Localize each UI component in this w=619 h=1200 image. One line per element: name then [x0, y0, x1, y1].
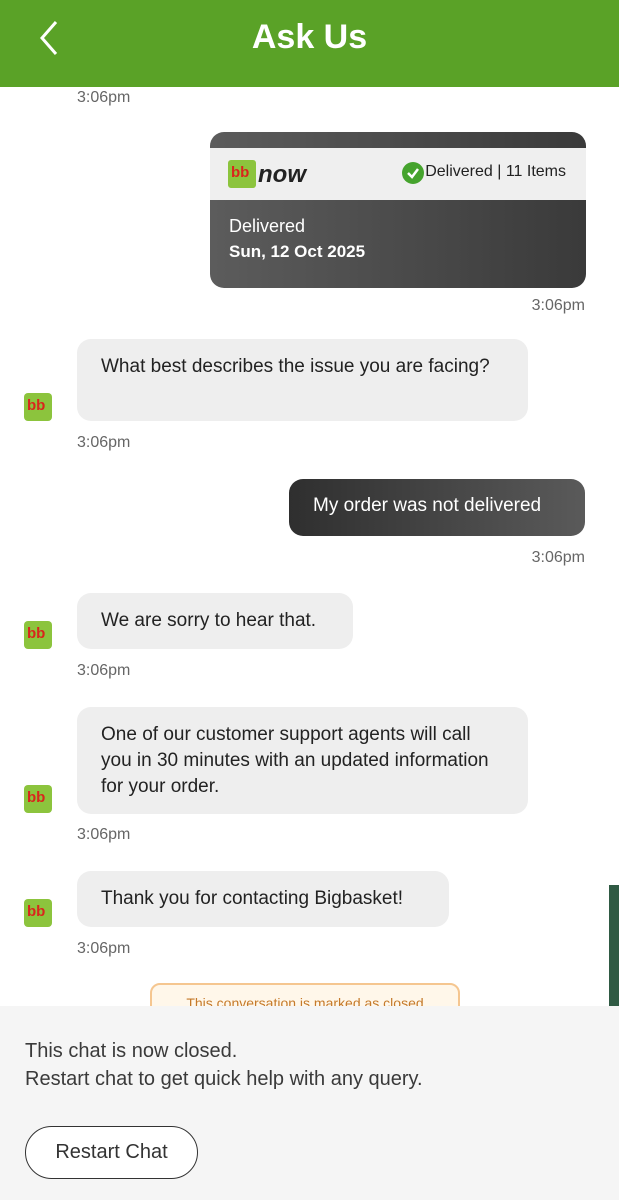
- bot-avatar: bb: [24, 393, 52, 421]
- timestamp: 3:06pm: [77, 434, 131, 451]
- bot-avatar: bb: [24, 621, 52, 649]
- bot-message: One of our customer support agents will …: [77, 707, 528, 814]
- timestamp: 3:06pm: [77, 826, 131, 843]
- timestamp: 3:06pm: [77, 89, 131, 106]
- page-title: Ask Us: [251, 18, 368, 56]
- closed-notice: This conversation is marked as closed: [150, 983, 460, 1006]
- chat-closed-footer: This chat is now closed. Restart chat to…: [0, 1006, 619, 1200]
- timestamp: 3:06pm: [77, 940, 131, 957]
- bot-message: We are sorry to hear that.: [77, 593, 353, 649]
- order-card-header: bb now Delivered | 11 Items: [210, 148, 586, 200]
- delivery-date: Sun, 12 Oct 2025: [229, 242, 366, 261]
- bot-avatar: bb: [24, 899, 52, 927]
- timestamp: 3:06pm: [77, 662, 131, 679]
- bot-avatar: bb: [24, 785, 52, 813]
- timestamp: 3:06pm: [531, 297, 585, 314]
- bot-message: What best describes the issue you are fa…: [77, 339, 528, 421]
- order-card[interactable]: bb now Delivered | 11 Items Delivered Su…: [210, 132, 586, 288]
- scrollbar[interactable]: [609, 885, 619, 1006]
- chat-thread[interactable]: 3:06pm bb now Delivered | 11 Items Deliv…: [0, 87, 619, 1006]
- closed-text: This chat is now closed.: [25, 1040, 238, 1062]
- delivery-label: Delivered: [229, 216, 306, 236]
- app-header: Ask Us: [0, 0, 619, 87]
- user-message: My order was not delivered: [289, 479, 585, 536]
- timestamp: 3:06pm: [531, 549, 585, 566]
- check-circle-icon: [402, 162, 424, 184]
- order-status: Delivered | 11 Items: [425, 163, 566, 180]
- closed-subtext: Restart chat to get quick help with any …: [25, 1068, 423, 1090]
- restart-chat-button[interactable]: Restart Chat: [25, 1126, 198, 1179]
- bbnow-logo: bb now: [228, 160, 310, 190]
- bot-message: Thank you for contacting Bigbasket!: [77, 871, 449, 927]
